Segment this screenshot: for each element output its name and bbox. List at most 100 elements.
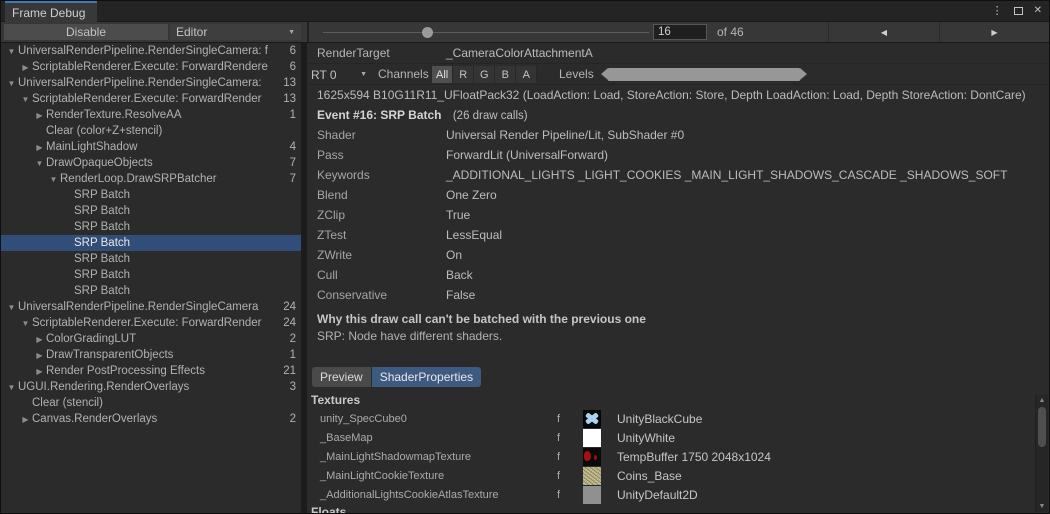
shader-properties-section: Textures unity_SpecCube0fUnityBlackCube_… — [307, 392, 1049, 513]
event-label: DrawTransparentObjects — [46, 349, 286, 361]
menu-icon[interactable]: ⋮ — [992, 6, 1003, 17]
expander-icon[interactable]: ▼ — [33, 159, 46, 168]
expander-icon[interactable]: ▼ — [19, 95, 32, 104]
texture-row[interactable]: _MainLightCookieTexturefCoins_Base — [307, 466, 1049, 485]
property-row: CullBack — [307, 265, 1049, 285]
target-dropdown[interactable]: Editor ▼ — [170, 24, 301, 40]
expander-icon[interactable]: ▼ — [5, 383, 18, 392]
levels-bar[interactable] — [608, 68, 800, 81]
event-tree: ▼UniversalRenderPipeline.RenderSingleCam… — [1, 43, 301, 513]
tree-row[interactable]: ▼RenderLoop.DrawSRPBatcher7 — [1, 171, 301, 187]
draw-count: 13 — [279, 93, 301, 105]
tab-preview[interactable]: Preview — [312, 367, 371, 387]
texture-row[interactable]: _BaseMapfUnityWhite — [307, 428, 1049, 447]
channel-button-g[interactable]: G — [474, 66, 495, 83]
property-value: ForwardLit (UniversalForward) — [446, 148, 608, 162]
tree-row[interactable]: ▼UniversalRenderPipeline.RenderSingleCam… — [1, 75, 301, 91]
property-label: ZTest — [307, 228, 446, 242]
expander-icon[interactable]: ▼ — [19, 319, 32, 328]
texture-property-name: _AdditionalLightsCookieAtlasTexture — [307, 489, 557, 501]
texture-value: Coins_Base — [617, 469, 682, 483]
tree-row[interactable]: SRP Batch — [1, 283, 301, 299]
tab-frame-debug[interactable]: Frame Debug — [5, 1, 97, 22]
frame-slider-track[interactable] — [323, 32, 649, 33]
tree-row[interactable]: SRP Batch — [1, 219, 301, 235]
texture-value: UnityDefault2D — [617, 488, 698, 502]
event-label: DrawOpaqueObjects — [46, 157, 286, 169]
expander-icon[interactable]: ▶ — [33, 143, 46, 152]
tree-row[interactable]: ▶MainLightShadow4 — [1, 139, 301, 155]
levels-min-handle[interactable] — [601, 68, 608, 80]
tree-row[interactable]: ▶RenderTexture.ResolveAA1 — [1, 107, 301, 123]
tree-row[interactable]: Clear (color+Z+stencil) — [1, 123, 301, 139]
tree-row[interactable]: ▼UniversalRenderPipeline.RenderSingleCam… — [1, 299, 301, 315]
texture-flag: f — [557, 470, 583, 482]
expander-icon[interactable]: ▶ — [33, 335, 46, 344]
floats-header: Floats — [307, 504, 1049, 513]
tree-row[interactable]: ▶Canvas.RenderOverlays2 — [1, 411, 301, 427]
buffer-info: 1625x594 B10G11R11_UFloatPack32 (LoadAct… — [307, 85, 1049, 105]
tree-row[interactable]: ▼DrawOpaqueObjects7 — [1, 155, 301, 171]
tree-row[interactable]: SRP Batch — [1, 187, 301, 203]
tab-shaderproperties[interactable]: ShaderProperties — [372, 367, 481, 387]
expander-icon[interactable]: ▼ — [47, 175, 60, 184]
channel-button-r[interactable]: R — [453, 66, 474, 83]
channel-button-all[interactable]: All — [431, 66, 453, 83]
expander-icon[interactable]: ▼ — [5, 79, 18, 88]
channel-button-a[interactable]: A — [516, 66, 537, 83]
expander-icon[interactable]: ▼ — [5, 303, 18, 312]
event-label: SRP Batch — [74, 189, 292, 201]
event-label: SRP Batch — [74, 285, 292, 297]
properties-scrollbar[interactable]: ▲ ▼ — [1035, 395, 1048, 512]
scrollbar-thumb[interactable] — [1038, 407, 1046, 447]
tree-row[interactable]: ▶ScriptableRenderer.Execute: ForwardRend… — [1, 59, 301, 75]
expander-icon[interactable]: ▶ — [33, 111, 46, 120]
render-target-label: RenderTarget — [307, 46, 446, 60]
draw-count: 7 — [286, 173, 301, 185]
disable-button[interactable]: Disable — [4, 24, 168, 40]
property-value: True — [446, 208, 470, 222]
tree-row[interactable]: ▼UniversalRenderPipeline.RenderSingleCam… — [1, 43, 301, 59]
property-row: ShaderUniversal Render Pipeline/Lit, Sub… — [307, 125, 1049, 145]
scroll-up-icon[interactable]: ▲ — [1036, 397, 1048, 404]
tree-row[interactable]: SRP Batch — [1, 203, 301, 219]
event-label: SRP Batch — [74, 269, 292, 281]
frame-number-input[interactable] — [653, 24, 707, 40]
property-label: Keywords — [307, 168, 446, 182]
levels-max-handle[interactable] — [800, 68, 807, 80]
rt-dropdown[interactable]: RT 0 ▼ — [311, 64, 371, 85]
batch-warning-reason: SRP: Node have different shaders. — [317, 328, 1049, 345]
tree-row[interactable]: ▼UGUI.Rendering.RenderOverlays3 — [1, 379, 301, 395]
texture-thumbnail — [583, 410, 601, 428]
draw-count: 24 — [279, 301, 301, 313]
channel-button-b[interactable]: B — [495, 66, 516, 83]
expander-icon[interactable]: ▶ — [19, 415, 32, 424]
chevron-down-icon: ▼ — [360, 71, 367, 78]
tree-row[interactable]: SRP Batch — [1, 235, 301, 251]
expander-icon[interactable]: ▶ — [33, 351, 46, 360]
target-dropdown-value: Editor — [176, 25, 207, 39]
frame-slider-handle[interactable] — [422, 27, 433, 38]
tree-row[interactable]: ▶ColorGradingLUT2 — [1, 331, 301, 347]
expander-icon[interactable]: ▼ — [5, 47, 18, 56]
expander-icon[interactable]: ▶ — [33, 367, 46, 376]
expander-icon[interactable]: ▶ — [19, 63, 32, 72]
tree-row[interactable]: ▶Render PostProcessing Effects21 — [1, 363, 301, 379]
next-frame-button[interactable]: ▶ — [939, 22, 1049, 42]
close-icon[interactable]: ✕ — [1034, 6, 1042, 16]
levels-slider[interactable] — [601, 68, 807, 81]
texture-flag: f — [557, 432, 583, 444]
event-label: ColorGradingLUT — [46, 333, 286, 345]
tree-row[interactable]: SRP Batch — [1, 251, 301, 267]
tree-row[interactable]: Clear (stencil) — [1, 395, 301, 411]
tree-row[interactable]: ▼ScriptableRenderer.Execute: ForwardRend… — [1, 315, 301, 331]
tree-row[interactable]: ▶DrawTransparentObjects1 — [1, 347, 301, 363]
maximize-icon[interactable] — [1014, 7, 1023, 15]
texture-row[interactable]: _MainLightShadowmapTexturefTempBuffer 17… — [307, 447, 1049, 466]
tree-row[interactable]: ▼ScriptableRenderer.Execute: ForwardRend… — [1, 91, 301, 107]
texture-row[interactable]: unity_SpecCube0fUnityBlackCube — [307, 409, 1049, 428]
texture-row[interactable]: _AdditionalLightsCookieAtlasTexturefUnit… — [307, 485, 1049, 504]
scroll-down-icon[interactable]: ▼ — [1036, 503, 1048, 510]
tree-row[interactable]: SRP Batch — [1, 267, 301, 283]
prev-frame-button[interactable]: ◀ — [828, 22, 939, 42]
